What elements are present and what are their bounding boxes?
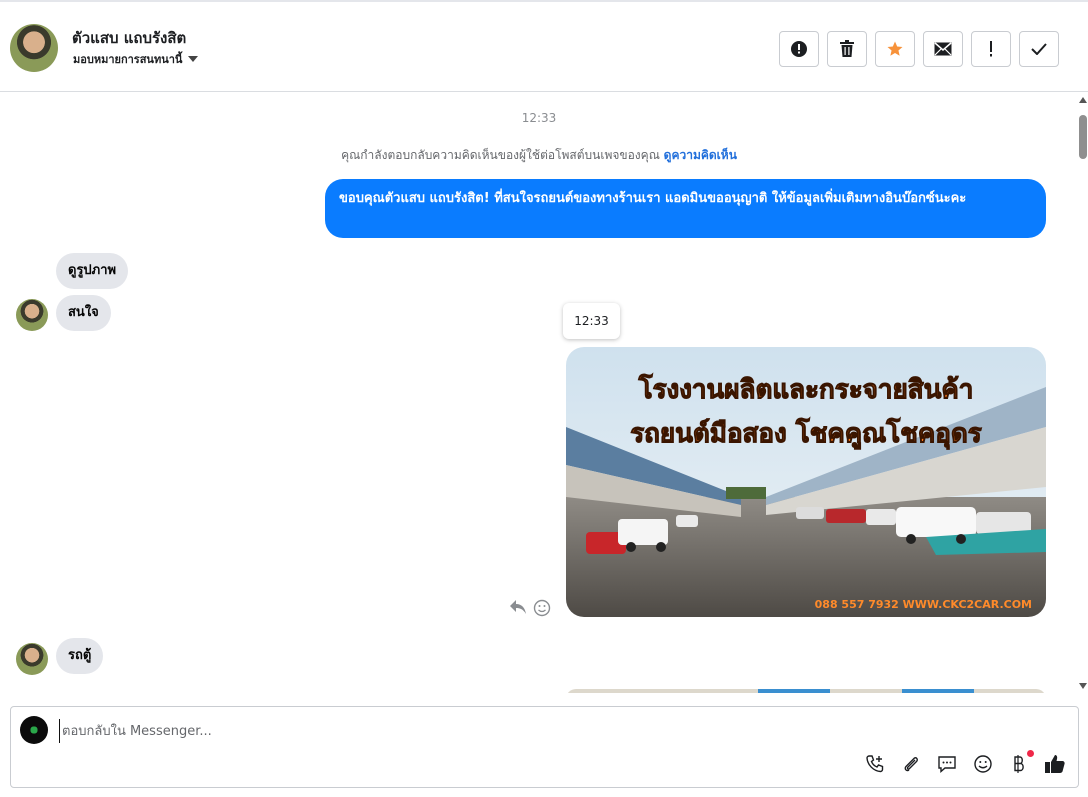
header-actions <box>779 31 1059 67</box>
emoji-icon[interactable] <box>972 753 994 775</box>
reply-input[interactable] <box>59 719 859 743</box>
photo-footer-text: 088 557 7932 WWW.CKC2CAR.COM <box>814 598 1032 611</box>
incoming-message-bubble[interactable]: รถตู้ <box>56 638 104 674</box>
star-icon <box>887 41 903 56</box>
sender-avatar <box>16 643 48 675</box>
reply-composer <box>10 706 1079 788</box>
assign-conversation-dropdown[interactable]: มอบหมายการสนทนานี้ <box>73 50 199 68</box>
envelope-icon <box>934 42 952 56</box>
composer-toolbar <box>864 750 1066 775</box>
alert-circle-icon <box>791 41 807 57</box>
scroll-up-arrow[interactable] <box>1079 97 1087 103</box>
comment-reply-notice: คุณกำลังตอบกลับความคิดเห็นของผู้ใช้ต่อโพ… <box>0 146 1078 165</box>
saved-reply-icon[interactable] <box>936 753 958 775</box>
check-icon <box>1031 43 1047 55</box>
assign-label: มอบหมายการสนทนานี้ <box>73 53 183 66</box>
photo-attachment-partial[interactable] <box>566 689 1046 693</box>
exclamation-icon <box>990 41 992 57</box>
photo-caption-line2: รถยนต์มือสอง โชคคูณโชคอุดร <box>630 419 983 450</box>
delete-button[interactable] <box>827 31 867 67</box>
phone-plus-icon[interactable] <box>864 753 886 775</box>
caret-down-icon <box>188 56 199 62</box>
thread-scrollbar[interactable] <box>1078 97 1088 689</box>
outgoing-message-bubble[interactable]: ขอบคุณตัวแสบ แถบรังสิต! ที่สนใจรถยนต์ของ… <box>325 179 1046 238</box>
message-thread[interactable]: 12:33 คุณกำลังตอบกลับความคิดเห็นของผู้ใช… <box>0 93 1078 693</box>
mark-done-button[interactable] <box>1019 31 1059 67</box>
contact-avatar[interactable] <box>10 24 58 72</box>
paperclip-icon[interactable] <box>900 753 922 775</box>
thread-timestamp: 12:33 <box>521 111 557 125</box>
timestamp-tooltip: 12:33 <box>563 303 620 339</box>
page-avatar <box>20 716 48 744</box>
notice-text: คุณกำลังตอบกลับความคิดเห็นของผู้ใช้ต่อโพ… <box>341 148 660 162</box>
photo-caption-line1: โรงงานผลิตและกระจายสินค้า <box>638 375 974 406</box>
reply-icon[interactable] <box>509 599 527 621</box>
sender-avatar <box>16 299 48 331</box>
star-button[interactable] <box>875 31 915 67</box>
thumbs-up-icon[interactable] <box>1044 753 1066 775</box>
follow-up-button[interactable] <box>971 31 1011 67</box>
baht-icon[interactable] <box>1008 750 1034 775</box>
mark-unread-button[interactable] <box>923 31 963 67</box>
scroll-down-arrow[interactable] <box>1079 683 1087 689</box>
contact-name[interactable]: ตัวแสบ แถบรังสิต <box>72 26 186 50</box>
message-actions <box>509 599 551 621</box>
react-emoji-icon[interactable] <box>533 599 551 621</box>
incoming-message-bubble[interactable]: ดูรูปภาพ <box>56 253 129 289</box>
inbox-conversation-view: ตัวแสบ แถบรังสิต มอบหมายการสนทนานี้ 12:3… <box>0 0 1088 797</box>
scroll-thumb[interactable] <box>1079 115 1087 159</box>
notification-dot <box>1027 750 1034 757</box>
photo-attachment[interactable]: โรงงานผลิตและกระจายสินค้า รถยนต์มือสอง โ… <box>566 347 1046 617</box>
incoming-message-bubble[interactable]: สนใจ <box>56 295 111 331</box>
spam-button[interactable] <box>779 31 819 67</box>
conversation-header: ตัวแสบ แถบรังสิต มอบหมายการสนทนานี้ <box>0 0 1088 92</box>
view-comment-link[interactable]: ดูความคิดเห็น <box>664 148 737 162</box>
trash-icon <box>840 40 854 57</box>
